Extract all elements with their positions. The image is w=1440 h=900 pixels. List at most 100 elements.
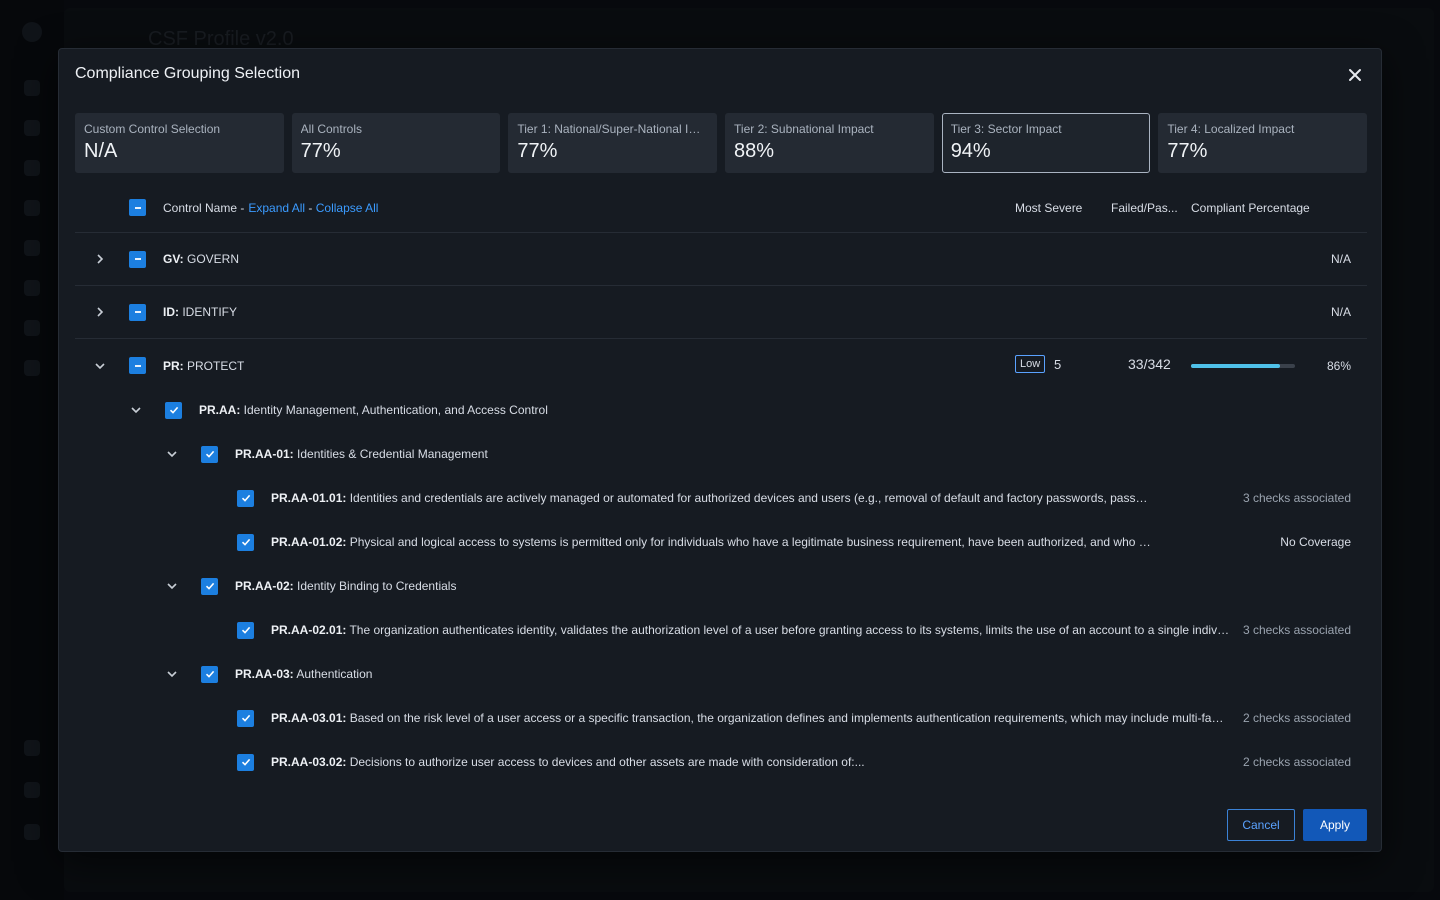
row-code: PR.AA-01.01: — [271, 491, 347, 505]
expand-row-button[interactable] — [93, 305, 107, 319]
row-checkbox[interactable] — [201, 577, 218, 595]
cancel-button[interactable]: Cancel — [1227, 809, 1295, 841]
row-name: ID: IDENTIFY — [163, 305, 237, 319]
row-code: GV: — [163, 252, 184, 266]
row-checks-status: 3 checks associated — [1242, 623, 1351, 637]
chevron-down-icon — [167, 583, 177, 590]
row-name: PR.AA-03.02: Decisions to authorize user… — [271, 755, 865, 769]
row-checkbox[interactable] — [237, 489, 254, 507]
table-row-pr-aa-01: PR.AA-01: Identities & Credential Manage… — [75, 432, 1367, 476]
select-all-checkbox[interactable] — [129, 199, 146, 216]
card-tier-4[interactable]: Tier 4: Localized Impact 77% — [1158, 113, 1368, 173]
apply-button[interactable]: Apply — [1303, 809, 1367, 841]
expand-all-link[interactable]: Expand All — [248, 201, 305, 215]
failed-passed-header[interactable]: Failed/Pas... — [1111, 201, 1178, 215]
row-name: PR.AA: Identity Management, Authenticati… — [199, 403, 548, 417]
card-value: 77% — [517, 140, 558, 162]
row-checks-status: 2 checks associated — [1242, 755, 1351, 769]
row-text: IDENTIFY — [179, 305, 238, 319]
severity-count: 5 — [1054, 357, 1062, 372]
row-checkbox[interactable] — [237, 709, 254, 727]
card-tier-3[interactable]: Tier 3: Sector Impact 94% — [941, 113, 1151, 173]
card-custom-control-selection[interactable]: Custom Control Selection N/A — [75, 113, 284, 173]
collapse-all-link[interactable]: Collapse All — [316, 201, 379, 215]
table-row-pr-aa-03-01: PR.AA-03.01: Based on the risk level of … — [75, 696, 1367, 740]
chevron-right-icon — [97, 254, 104, 264]
control-name-header: Control Name - — [163, 200, 245, 215]
row-code: PR.AA-02: — [235, 579, 294, 593]
table-row-pr-aa-02-01: PR.AA-02.01: The organization authentica… — [75, 608, 1367, 652]
most-severe-header[interactable]: Most Severe — [1015, 201, 1082, 215]
compliant-percentage-header[interactable]: Compliant Percentage — [1191, 201, 1310, 215]
failed-passed-value: 33/342 — [1128, 356, 1171, 372]
severity-badge: Low — [1015, 355, 1046, 373]
row-checkbox[interactable] — [165, 401, 182, 419]
table-header: Control Name - Expand All - Collapse All… — [75, 183, 1367, 233]
minus-icon — [134, 311, 141, 313]
row-text: Based on the risk level of a user access… — [346, 711, 1229, 725]
table-row-pr-aa: PR.AA: Identity Management, Authenticati… — [75, 388, 1367, 432]
check-icon — [241, 494, 250, 502]
row-text: Identity Management, Authentication, and… — [240, 403, 548, 417]
card-label: Tier 4: Localized Impact — [1167, 122, 1295, 136]
chevron-right-icon — [97, 307, 104, 317]
row-name: PR: PROTECT — [163, 359, 244, 373]
row-checkbox[interactable] — [237, 533, 254, 551]
collapse-row-button[interactable] — [165, 447, 179, 461]
collapse-row-button[interactable] — [93, 359, 107, 373]
card-value: 94% — [950, 140, 991, 162]
check-icon — [241, 538, 250, 546]
minus-icon — [134, 364, 141, 367]
row-code: PR.AA-03: — [235, 667, 294, 681]
collapse-row-button[interactable] — [165, 579, 179, 593]
row-name: PR.AA-02.01: The organization authentica… — [271, 623, 1231, 637]
check-icon — [169, 406, 178, 414]
check-icon — [205, 582, 214, 590]
card-all-controls[interactable]: All Controls 77% — [291, 113, 501, 173]
table-row-pr-aa-01-02: PR.AA-01.02: Physical and logical access… — [75, 520, 1367, 564]
card-label: All Controls — [300, 122, 363, 136]
table-row-identify: ID: IDENTIFY N/A — [75, 286, 1367, 339]
row-name: PR.AA-02: Identity Binding to Credential… — [235, 579, 456, 593]
card-tier-1[interactable]: Tier 1: National/Super-National Im... 77… — [508, 113, 718, 173]
row-name: PR.AA-03.01: Based on the risk level of … — [271, 711, 1229, 725]
row-text: PROTECT — [183, 358, 245, 373]
card-label: Tier 2: Subnational Impact — [734, 122, 874, 136]
chevron-down-icon — [95, 362, 105, 369]
card-tier-2[interactable]: Tier 2: Subnational Impact 88% — [725, 113, 934, 173]
row-checkbox[interactable] — [129, 250, 146, 268]
expand-row-button[interactable] — [93, 252, 107, 266]
check-icon — [205, 670, 214, 678]
row-text: Identity Binding to Credentials — [293, 579, 457, 593]
close-button[interactable] — [1343, 63, 1367, 87]
row-name: PR.AA-03: Authentication — [235, 667, 372, 681]
check-icon — [241, 758, 250, 766]
compliance-progress-bar — [1191, 364, 1295, 368]
row-checkbox[interactable] — [201, 665, 218, 683]
row-checkbox[interactable] — [129, 303, 146, 321]
table-row-pr-aa-03: PR.AA-03: Authentication — [75, 652, 1367, 696]
card-value: N/A — [84, 140, 118, 162]
row-checkbox[interactable] — [237, 753, 254, 771]
row-text: Authentication — [293, 667, 373, 681]
row-text: Identities and credentials are actively … — [346, 491, 1156, 505]
card-value: 88% — [734, 140, 775, 162]
row-checkbox[interactable] — [237, 621, 254, 639]
chevron-down-icon — [167, 451, 177, 458]
row-checkbox[interactable] — [201, 445, 218, 463]
card-value: 77% — [300, 140, 341, 162]
chevron-down-icon — [167, 671, 177, 678]
row-code: PR.AA-01: — [235, 447, 294, 461]
header-separator: - — [305, 200, 316, 215]
row-checkbox[interactable] — [129, 357, 146, 374]
collapse-row-button[interactable] — [129, 403, 143, 417]
row-name: PR.AA-01.02: Physical and logical access… — [271, 535, 1156, 549]
check-icon — [205, 450, 214, 458]
check-icon — [241, 626, 250, 634]
collapse-row-button[interactable] — [165, 667, 179, 681]
card-label: Tier 1: National/Super-National Im... — [517, 122, 709, 136]
row-compliance-value: N/A — [1330, 252, 1351, 266]
row-code: PR.AA: — [199, 403, 241, 417]
row-checks-status: No Coverage — [1280, 535, 1351, 549]
row-code: ID: — [163, 305, 179, 319]
